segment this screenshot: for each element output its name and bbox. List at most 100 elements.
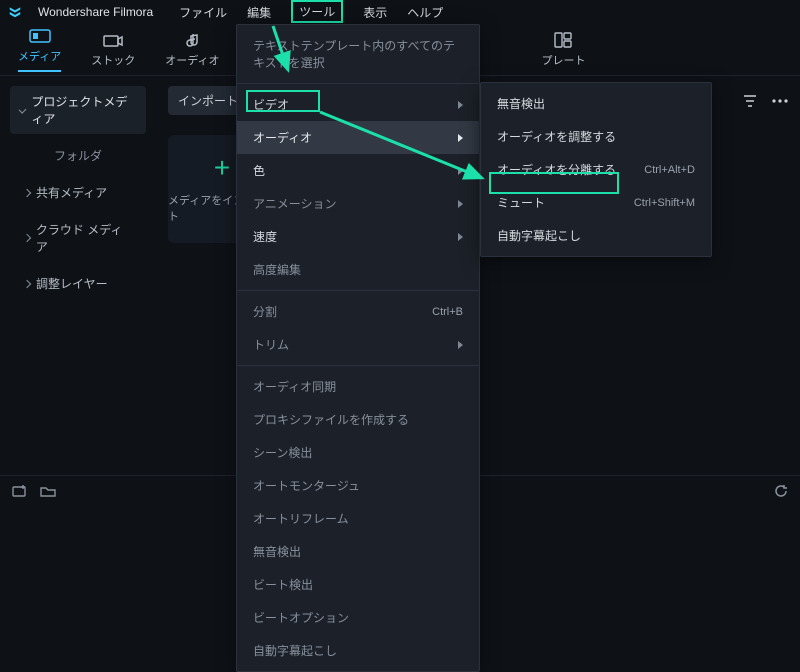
tab-label: メディア (18, 48, 61, 64)
tools-menu-item[interactable]: 色 (237, 154, 479, 187)
new-folder-icon[interactable] (40, 484, 56, 498)
submenu-arrow-icon (458, 200, 463, 208)
menu-item-label: ビデオ (253, 96, 458, 113)
menu-bar: ファイル 編集 ツール 表示 ヘルプ (179, 1, 443, 23)
menu-item-label: オーディオ (253, 129, 458, 146)
sidebar-item-shared[interactable]: 共有メディア (10, 177, 146, 208)
sidebar: プロジェクトメディア フォルダ 共有メディア クラウド メディア 調整レイヤー (0, 76, 156, 475)
tab-audio[interactable]: オーディオ (165, 32, 219, 68)
media-icon (29, 28, 51, 44)
tools-menu-item: トリム (237, 328, 479, 361)
audio-submenu: 無音検出オーディオを調整するオーディオを分離する Ctrl+Alt+D ミュート Ct… (480, 82, 712, 257)
sidebar-item-label: 調整レイヤー (36, 275, 108, 292)
tools-menu-item: ビートオプション (237, 601, 479, 634)
submenu-arrow-icon (458, 341, 463, 349)
import-button-label: インポート (178, 92, 238, 109)
menu-item-label: 速度 (253, 228, 458, 245)
menu-item-label: ビート検出 (253, 576, 463, 593)
menu-item-label: ミュート (497, 194, 610, 211)
refresh-icon[interactable] (774, 484, 788, 498)
tab-media[interactable]: メディア (18, 28, 61, 72)
chevron-down-icon (19, 106, 27, 114)
tools-menu: テキストテンプレート内のすべてのテキストを選択 ビデオオーディオ色アニメーション… (236, 24, 480, 672)
menu-item-label: トリム (253, 336, 458, 353)
menu-tools[interactable]: ツール (291, 0, 343, 23)
title-bar: Wondershare Filmora ファイル 編集 ツール 表示 ヘルプ (0, 0, 800, 24)
tools-menu-item[interactable]: ビデオ (237, 88, 479, 121)
menu-shortcut: Ctrl+Alt+D (644, 164, 695, 176)
tab-label: オーディオ (165, 52, 219, 68)
more-icon[interactable] (772, 99, 788, 103)
tab-label: ストック (91, 52, 135, 68)
tools-menu-item: アニメーション (237, 187, 479, 220)
chevron-right-icon (23, 234, 31, 242)
app-logo (8, 5, 22, 19)
tools-menu-item: 高度編集 (237, 253, 479, 286)
menu-item-label: ビートオプション (253, 609, 463, 626)
submenu-arrow-icon (458, 101, 463, 109)
audio-icon (181, 32, 203, 48)
tools-menu-item: オートリフレーム (237, 502, 479, 535)
menu-item-label: 自動字幕起こし (253, 642, 463, 659)
menu-item-label: アニメーション (253, 195, 458, 212)
tools-menu-item: 自動字幕起こし (237, 634, 479, 667)
chevron-right-icon (23, 279, 31, 287)
menu-separator (237, 365, 479, 366)
menu-item-label: 高度編集 (253, 261, 463, 278)
menu-separator (237, 83, 479, 84)
menu-shortcut: Ctrl+Shift+M (634, 197, 695, 209)
new-project-icon[interactable] (12, 484, 28, 498)
tools-menu-header[interactable]: テキストテンプレート内のすべてのテキストを選択 (237, 29, 479, 79)
tab-template[interactable]: プレート (541, 32, 585, 68)
app-title: Wondershare Filmora (38, 5, 153, 19)
chevron-right-icon (23, 188, 31, 196)
tools-menu-item[interactable]: オーディオ (237, 121, 479, 154)
tools-menu-item[interactable]: 速度 (237, 220, 479, 253)
submenu-arrow-icon (458, 167, 463, 175)
tab-label: プレート (541, 52, 585, 68)
menu-edit[interactable]: 編集 (247, 4, 271, 21)
menu-item-label: 色 (253, 162, 458, 179)
menu-item-label: 無音検出 (253, 543, 463, 560)
sidebar-item-cloud[interactable]: クラウド メディア (10, 214, 146, 262)
menu-item-label: プロキシファイルを作成する (253, 411, 463, 428)
tab-stock[interactable]: ストック (91, 32, 135, 68)
menu-item-label: オーディオを分離する (497, 161, 620, 178)
tools-menu-item: オートモンタージュ (237, 469, 479, 502)
sidebar-item-label: クラウド メディア (36, 221, 132, 255)
menu-shortcut: Ctrl+B (432, 306, 463, 318)
tools-menu-item: 分割Ctrl+B (237, 295, 479, 328)
submenu-arrow-icon (458, 134, 463, 142)
sidebar-project-media[interactable]: プロジェクトメディア (10, 86, 146, 134)
menu-item-label: オーディオを調整する (497, 128, 695, 145)
sidebar-item-label: プロジェクトメディア (31, 93, 136, 127)
audio-submenu-item[interactable]: ミュート Ctrl+Shift+M (481, 186, 711, 219)
menu-help[interactable]: ヘルプ (407, 4, 443, 21)
submenu-arrow-icon (458, 233, 463, 241)
menu-view[interactable]: 表示 (363, 4, 387, 21)
audio-submenu-item[interactable]: オーディオを調整する (481, 120, 711, 153)
audio-submenu-item[interactable]: オーディオを分離する Ctrl+Alt+D (481, 153, 711, 186)
audio-submenu-item[interactable]: 自動字幕起こし (481, 219, 711, 252)
tools-menu-item: シーン検出 (237, 436, 479, 469)
tools-menu-item: プロキシファイルを作成する (237, 403, 479, 436)
tools-menu-item: 無音検出 (237, 535, 479, 568)
plus-icon: + (214, 154, 230, 182)
template-icon (552, 32, 574, 48)
menu-item-label: オーディオ同期 (253, 378, 463, 395)
sidebar-item-label: 共有メディア (36, 184, 107, 201)
sidebar-item-adjust-layer[interactable]: 調整レイヤー (10, 268, 146, 299)
menu-item-label: 無音検出 (497, 95, 695, 112)
tools-menu-item: ビート検出 (237, 568, 479, 601)
stock-icon (102, 32, 124, 48)
menu-item-label: オートモンタージュ (253, 477, 463, 494)
menu-file[interactable]: ファイル (179, 4, 227, 21)
filter-icon[interactable] (742, 93, 758, 109)
menu-item-label: シーン検出 (253, 444, 463, 461)
menu-item-label: オートリフレーム (253, 510, 463, 527)
menu-separator (237, 290, 479, 291)
audio-submenu-item[interactable]: 無音検出 (481, 87, 711, 120)
menu-item-label: 自動字幕起こし (497, 227, 695, 244)
sidebar-folder-label: フォルダ (10, 140, 146, 171)
tools-menu-item: オーディオ同期 (237, 370, 479, 403)
